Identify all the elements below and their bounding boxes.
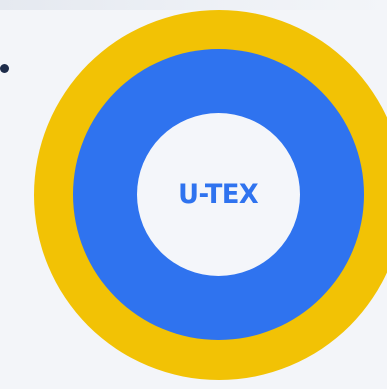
bullet-dot: [0, 64, 9, 73]
page: U-TEX: [0, 0, 387, 389]
top-strip: [0, 0, 387, 10]
logo-text: U-TEX: [178, 179, 259, 210]
logo: U-TEX: [137, 113, 300, 276]
